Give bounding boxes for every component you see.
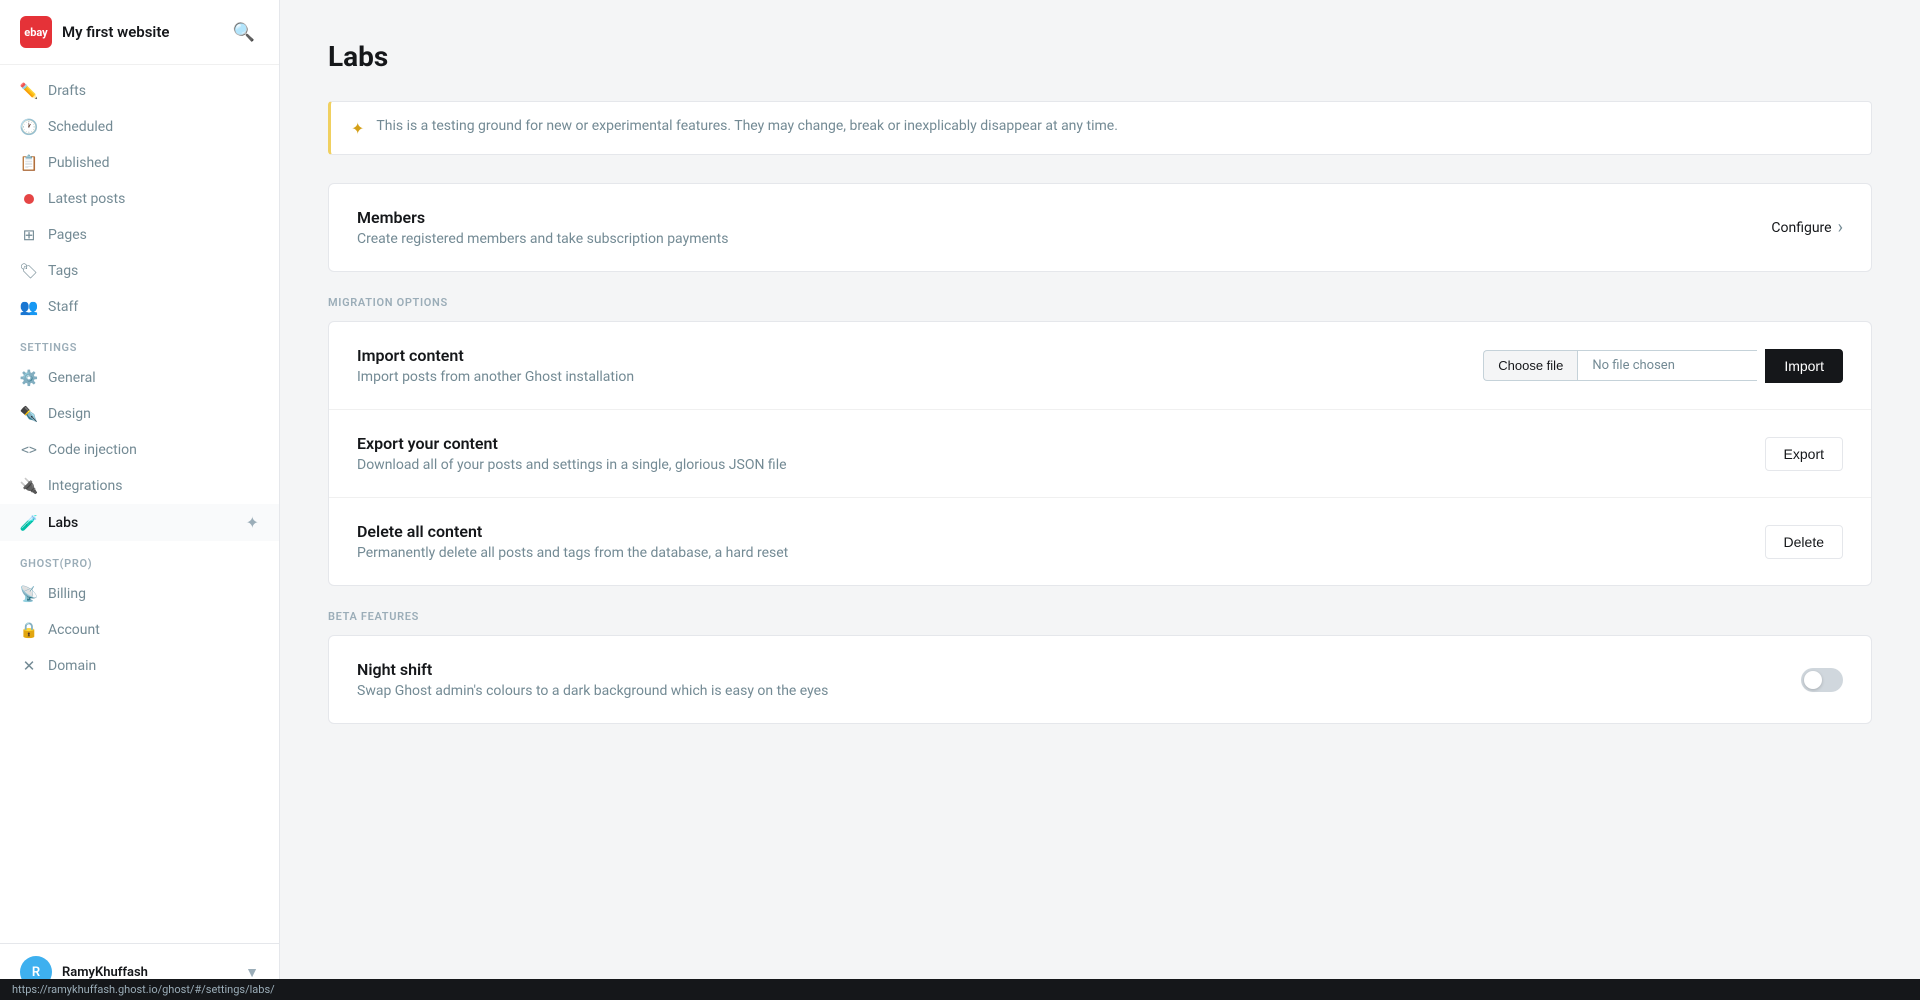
site-name: My first website: [62, 23, 169, 41]
user-chevron-icon: ▼: [245, 964, 259, 981]
configure-label: Configure: [1771, 220, 1831, 236]
night-shift-row: Night shift Swap Ghost admin's colours t…: [329, 636, 1871, 723]
migration-card: Import content Import posts from another…: [328, 321, 1872, 586]
pages-icon: ⊞: [20, 226, 38, 244]
night-shift-title: Night shift: [357, 660, 828, 679]
sidebar-item-label: Labs: [48, 515, 78, 531]
drafts-icon: ✏️: [20, 82, 38, 100]
nav-item[interactable]: ✏️ Drafts: [0, 73, 279, 109]
info-banner: ✦ This is a testing ground for new or ex…: [328, 101, 1872, 155]
sidebar-item-label: General: [48, 370, 96, 386]
file-input-group: Choose file No file chosen: [1483, 350, 1757, 381]
delete-button[interactable]: Delete: [1765, 525, 1843, 559]
design-icon: ✒️: [20, 405, 38, 423]
scheduled-icon: 🕐: [20, 118, 38, 136]
import-description: Import posts from another Ghost installa…: [357, 369, 634, 385]
nav-item-domain[interactable]: ✕ Domain: [0, 648, 279, 684]
members-card: Members Create registered members and ta…: [328, 183, 1872, 272]
sidebar: ebay My first website 🔍 ✏️ Drafts 🕐 Sche…: [0, 0, 280, 1000]
sidebar-item-label: Code injection: [48, 442, 137, 458]
nav-item[interactable]: 👥 Staff: [0, 289, 279, 325]
sidebar-item-label: Domain: [48, 658, 96, 674]
nav-item[interactable]: 🕐 Scheduled: [0, 109, 279, 145]
sidebar-item-label: Published: [48, 155, 109, 171]
search-icon: 🔍: [233, 22, 255, 42]
nav-item-integrations[interactable]: 🔌 Integrations: [0, 468, 279, 504]
sidebar-item-label: Account: [48, 622, 100, 638]
members-title: Members: [357, 208, 728, 227]
sidebar-item-label: Drafts: [48, 83, 86, 99]
beta-card: Night shift Swap Ghost admin's colours t…: [328, 635, 1872, 724]
nav-item-code-injection[interactable]: <> Code injection: [0, 432, 279, 468]
nav-item[interactable]: Latest posts: [0, 181, 279, 217]
staff-icon: 👥: [20, 298, 38, 316]
status-bar: https://ramykhuffash.ghost.io/ghost/#/se…: [0, 979, 1920, 1000]
integrations-icon: 🔌: [20, 477, 38, 495]
delete-title: Delete all content: [357, 522, 788, 541]
sidebar-item-label: Scheduled: [48, 119, 113, 135]
beta-section-label: Beta Features: [328, 610, 1872, 623]
import-row: Import content Import posts from another…: [329, 322, 1871, 409]
export-row: Export your content Download all of your…: [329, 409, 1871, 497]
user-name: RamyKhuffash: [62, 965, 235, 980]
delete-row: Delete all content Permanently delete al…: [329, 497, 1871, 585]
export-description: Download all of your posts and settings …: [357, 457, 787, 473]
latest-posts-icon: [20, 190, 38, 208]
choose-file-button[interactable]: Choose file: [1483, 350, 1577, 381]
info-banner-text: This is a testing ground for new or expe…: [376, 118, 1117, 134]
published-icon: 📋: [20, 154, 38, 172]
settings-section-label: Settings: [0, 325, 279, 360]
general-icon: ⚙️: [20, 369, 38, 387]
chevron-right-icon: ›: [1838, 217, 1843, 238]
sidebar-item-label: Staff: [48, 299, 78, 315]
members-description: Create registered members and take subsc…: [357, 231, 728, 247]
page-title: Labs: [328, 40, 1872, 73]
sidebar-item-label: Latest posts: [48, 191, 125, 207]
status-bar-url: https://ramykhuffash.ghost.io/ghost/#/se…: [12, 983, 275, 996]
sidebar-item-label: Pages: [48, 227, 87, 243]
sidebar-nav: ✏️ Drafts 🕐 Scheduled 📋 Published Latest…: [0, 65, 279, 943]
sidebar-item-label: Design: [48, 406, 91, 422]
ghost-pro-section-label: Ghost(Pro): [0, 541, 279, 576]
sidebar-item-label: Billing: [48, 586, 86, 602]
nav-item-labs[interactable]: 🧪 Labs ✦: [0, 504, 279, 541]
file-name-label: No file chosen: [1577, 350, 1757, 381]
brand-logo: ebay: [20, 16, 52, 48]
nav-item-billing[interactable]: 📡 Billing: [0, 576, 279, 612]
billing-icon: 📡: [20, 585, 38, 603]
delete-description: Permanently delete all posts and tags fr…: [357, 545, 788, 561]
search-button[interactable]: 🔍: [229, 18, 259, 47]
export-title: Export your content: [357, 434, 787, 453]
sidebar-header: ebay My first website 🔍: [0, 0, 279, 65]
sidebar-item-label: Integrations: [48, 478, 122, 494]
tags-icon: 🏷: [20, 262, 38, 280]
import-title: Import content: [357, 346, 634, 365]
nav-item[interactable]: 📋 Published: [0, 145, 279, 181]
labs-icon: 🧪: [20, 514, 38, 532]
code-injection-icon: <>: [20, 441, 38, 459]
export-button[interactable]: Export: [1765, 437, 1843, 471]
nav-item-general[interactable]: ⚙️ General: [0, 360, 279, 396]
night-shift-description: Swap Ghost admin's colours to a dark bac…: [357, 683, 828, 699]
labs-gear-icon: ✦: [246, 513, 259, 532]
nav-item-account[interactable]: 🔒 Account: [0, 612, 279, 648]
sidebar-item-label: Tags: [48, 263, 78, 279]
account-icon: 🔒: [20, 621, 38, 639]
domain-icon: ✕: [20, 657, 38, 675]
migration-section-label: Migration Options: [328, 296, 1872, 309]
sidebar-brand: ebay My first website: [20, 16, 169, 48]
main-content: Labs ✦ This is a testing ground for new …: [280, 0, 1920, 1000]
nav-item-design[interactable]: ✒️ Design: [0, 396, 279, 432]
nav-item[interactable]: 🏷 Tags: [0, 253, 279, 289]
configure-link[interactable]: Configure ›: [1771, 217, 1843, 238]
night-shift-toggle[interactable]: [1801, 668, 1843, 692]
nav-item[interactable]: ⊞ Pages: [0, 217, 279, 253]
import-button[interactable]: Import: [1765, 349, 1843, 383]
info-icon: ✦: [351, 119, 364, 138]
